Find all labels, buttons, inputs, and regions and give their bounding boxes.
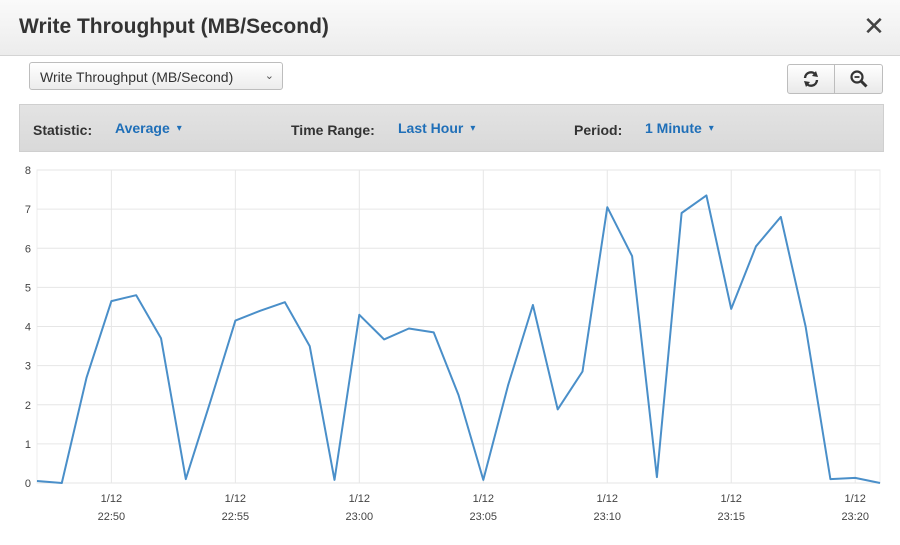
data-point [408, 327, 410, 329]
period-value: 1 Minute [645, 120, 702, 136]
x-tick-time-label: 23:05 [470, 511, 498, 523]
data-point [36, 480, 38, 482]
data-point [383, 338, 385, 340]
x-tick-date-label: 1/12 [597, 493, 618, 505]
data-point [61, 482, 63, 484]
data-point [656, 476, 658, 478]
data-point [557, 408, 559, 410]
chevron-down-icon: ⌄ [264, 69, 274, 82]
period-dropdown[interactable]: 1 Minute ▾ [645, 120, 714, 136]
chevron-down-icon: ▾ [176, 123, 182, 134]
y-tick-label: 6 [25, 243, 31, 255]
period-label: Period: [574, 122, 623, 138]
data-point [259, 310, 261, 312]
zoom-icon [849, 70, 868, 88]
x-tick-time-label: 23:20 [841, 511, 869, 523]
data-point [110, 300, 112, 302]
data-point [780, 216, 782, 218]
data-point [185, 478, 187, 480]
data-point [433, 331, 435, 333]
data-point [160, 337, 162, 339]
data-point [606, 206, 608, 208]
data-point [507, 384, 509, 386]
y-tick-label: 7 [25, 204, 31, 216]
data-point [284, 301, 286, 303]
y-tick-label: 2 [25, 400, 31, 412]
data-point [532, 304, 534, 306]
y-tick-label: 1 [25, 439, 31, 451]
time-range-value: Last Hour [398, 120, 464, 136]
y-tick-label: 3 [25, 361, 31, 373]
x-tick-time-label: 23:15 [717, 511, 745, 523]
data-point [805, 326, 807, 328]
data-point [581, 370, 583, 372]
data-point [755, 245, 757, 247]
chevron-down-icon: ▾ [708, 123, 714, 134]
x-tick-time-label: 23:00 [346, 511, 374, 523]
x-tick-date-label: 1/12 [721, 493, 742, 505]
y-tick-label: 0 [25, 478, 31, 490]
series-line [36, 194, 881, 484]
metric-select[interactable]: Write Throughput (MB/Second) ⌄ [29, 62, 283, 90]
data-point [854, 477, 856, 479]
chevron-down-icon: ▾ [470, 123, 476, 134]
data-point [458, 394, 460, 396]
x-tick-time-label: 22:50 [98, 511, 126, 523]
data-point [705, 194, 707, 196]
data-point [482, 479, 484, 481]
x-tick-date-label: 1/12 [473, 493, 494, 505]
x-tick-date-label: 1/12 [101, 493, 122, 505]
data-point [358, 314, 360, 316]
data-point [309, 345, 311, 347]
statistic-label: Statistic: [33, 122, 93, 138]
refresh-icon [803, 71, 819, 87]
line-chart: 0 1 2 3 4 5 6 7 8 1/12 22:50 1/12 22:55 1/12 23:00 1/12… [25, 165, 881, 523]
zoom-button[interactable] [835, 64, 883, 94]
time-range-label: Time Range: [291, 122, 375, 138]
data-point [135, 294, 137, 296]
data-point [234, 320, 236, 322]
y-tick-label: 8 [25, 165, 31, 177]
dialog-header: Write Throughput (MB/Second) ✕ [0, 0, 900, 56]
chart-action-buttons [787, 64, 883, 94]
statistic-dropdown[interactable]: Average ▾ [115, 120, 182, 136]
data-point [829, 478, 831, 480]
chart-area: 0 1 2 3 4 5 6 7 8 1/12 22:50 1/12 22:55 1/12 23:00 1/12… [0, 160, 900, 545]
chart-options-toolbar: Statistic: Average ▾ Time Range: Last Hou… [19, 104, 884, 152]
data-point [681, 212, 683, 214]
data-point [631, 255, 633, 257]
x-tick-date-label: 1/12 [844, 493, 865, 505]
statistic-value: Average [115, 120, 170, 136]
y-tick-label: 4 [25, 322, 31, 334]
x-tick-time-label: 23:10 [593, 511, 621, 523]
y-tick-label: 5 [25, 282, 31, 294]
data-point [334, 479, 336, 481]
x-tick-time-label: 22:55 [222, 511, 250, 523]
x-tick-date-label: 1/12 [349, 493, 370, 505]
x-tick-date-label: 1/12 [225, 493, 246, 505]
metric-select-value: Write Throughput (MB/Second) [40, 69, 234, 85]
time-range-dropdown[interactable]: Last Hour ▾ [398, 120, 475, 136]
data-point [210, 400, 212, 402]
data-point [86, 376, 88, 378]
data-point [730, 308, 732, 310]
dialog-title: Write Throughput (MB/Second) [19, 15, 329, 38]
refresh-button[interactable] [787, 64, 835, 94]
close-icon[interactable]: ✕ [860, 12, 888, 42]
data-point [879, 482, 881, 484]
